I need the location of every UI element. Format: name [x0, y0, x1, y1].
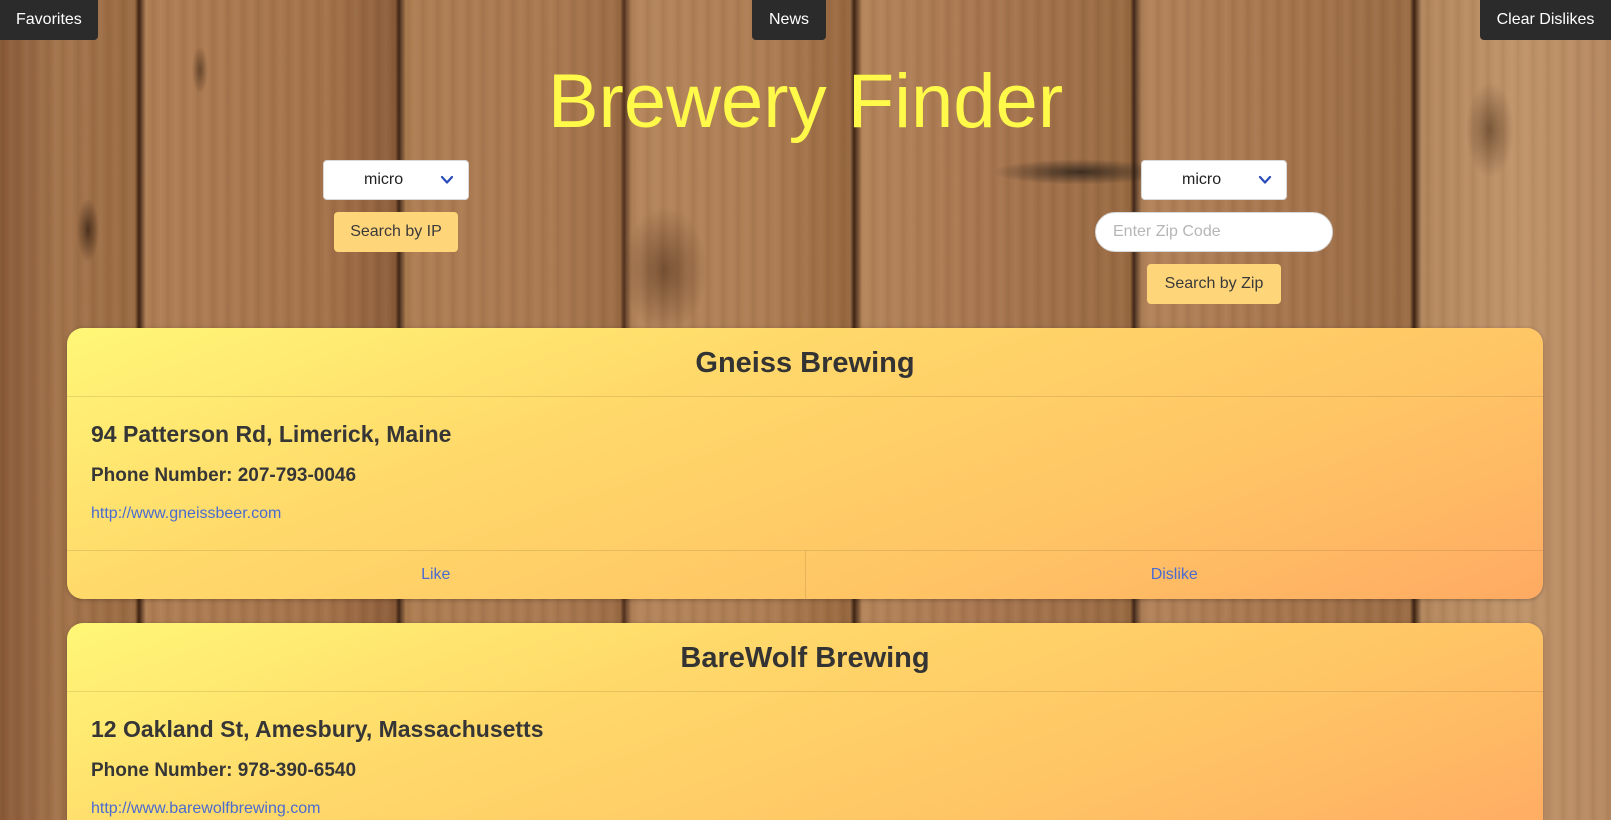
brewery-phone: Phone Number: 207-793-0046 [91, 463, 1519, 489]
brewery-name: Gneiss Brewing [67, 328, 1543, 397]
brewery-phone: Phone Number: 978-390-6540 [91, 758, 1519, 784]
ip-brewery-type-select[interactable]: micro [323, 160, 469, 200]
phone-number: 207-793-0046 [237, 465, 357, 486]
search-by-ip-button[interactable]: Search by IP [334, 212, 458, 252]
ip-brewery-type-value: micro [364, 171, 404, 188]
chevron-down-icon [1258, 175, 1272, 184]
card-actions: Like Dislike [67, 550, 1543, 599]
brewery-name: BareWolf Brewing [67, 623, 1543, 692]
search-by-zip-button[interactable]: Search by Zip [1147, 264, 1281, 304]
brewery-card: Gneiss Brewing 94 Patterson Rd, Limerick… [67, 328, 1543, 599]
brewery-website-link[interactable]: http://www.barewolfbrewing.com [91, 798, 320, 820]
brewery-address: 12 Oakland St, Amesbury, Massachusetts [91, 716, 544, 742]
brewery-card: BareWolf Brewing 12 Oakland St, Amesbury… [67, 623, 1543, 820]
clear-dislikes-button[interactable]: Clear Dislikes [1480, 0, 1611, 40]
phone-label: Phone Number: [91, 465, 233, 486]
phone-number: 978-390-6540 [237, 760, 357, 781]
dislike-button[interactable]: Dislike [804, 551, 1544, 599]
favorites-button[interactable]: Favorites [0, 0, 98, 40]
chevron-down-icon [440, 175, 454, 184]
brewery-website-link[interactable]: http://www.gneissbeer.com [91, 503, 281, 525]
zip-code-input[interactable] [1095, 212, 1333, 252]
news-button[interactable]: News [752, 0, 826, 40]
zip-brewery-type-value: micro [1182, 171, 1222, 188]
zip-brewery-type-select[interactable]: micro [1141, 160, 1287, 200]
phone-label: Phone Number: [91, 760, 233, 781]
page-title: Brewery Finder [547, 59, 1064, 144]
like-button[interactable]: Like [67, 551, 805, 599]
brewery-address: 94 Patterson Rd, Limerick, Maine [91, 421, 452, 447]
